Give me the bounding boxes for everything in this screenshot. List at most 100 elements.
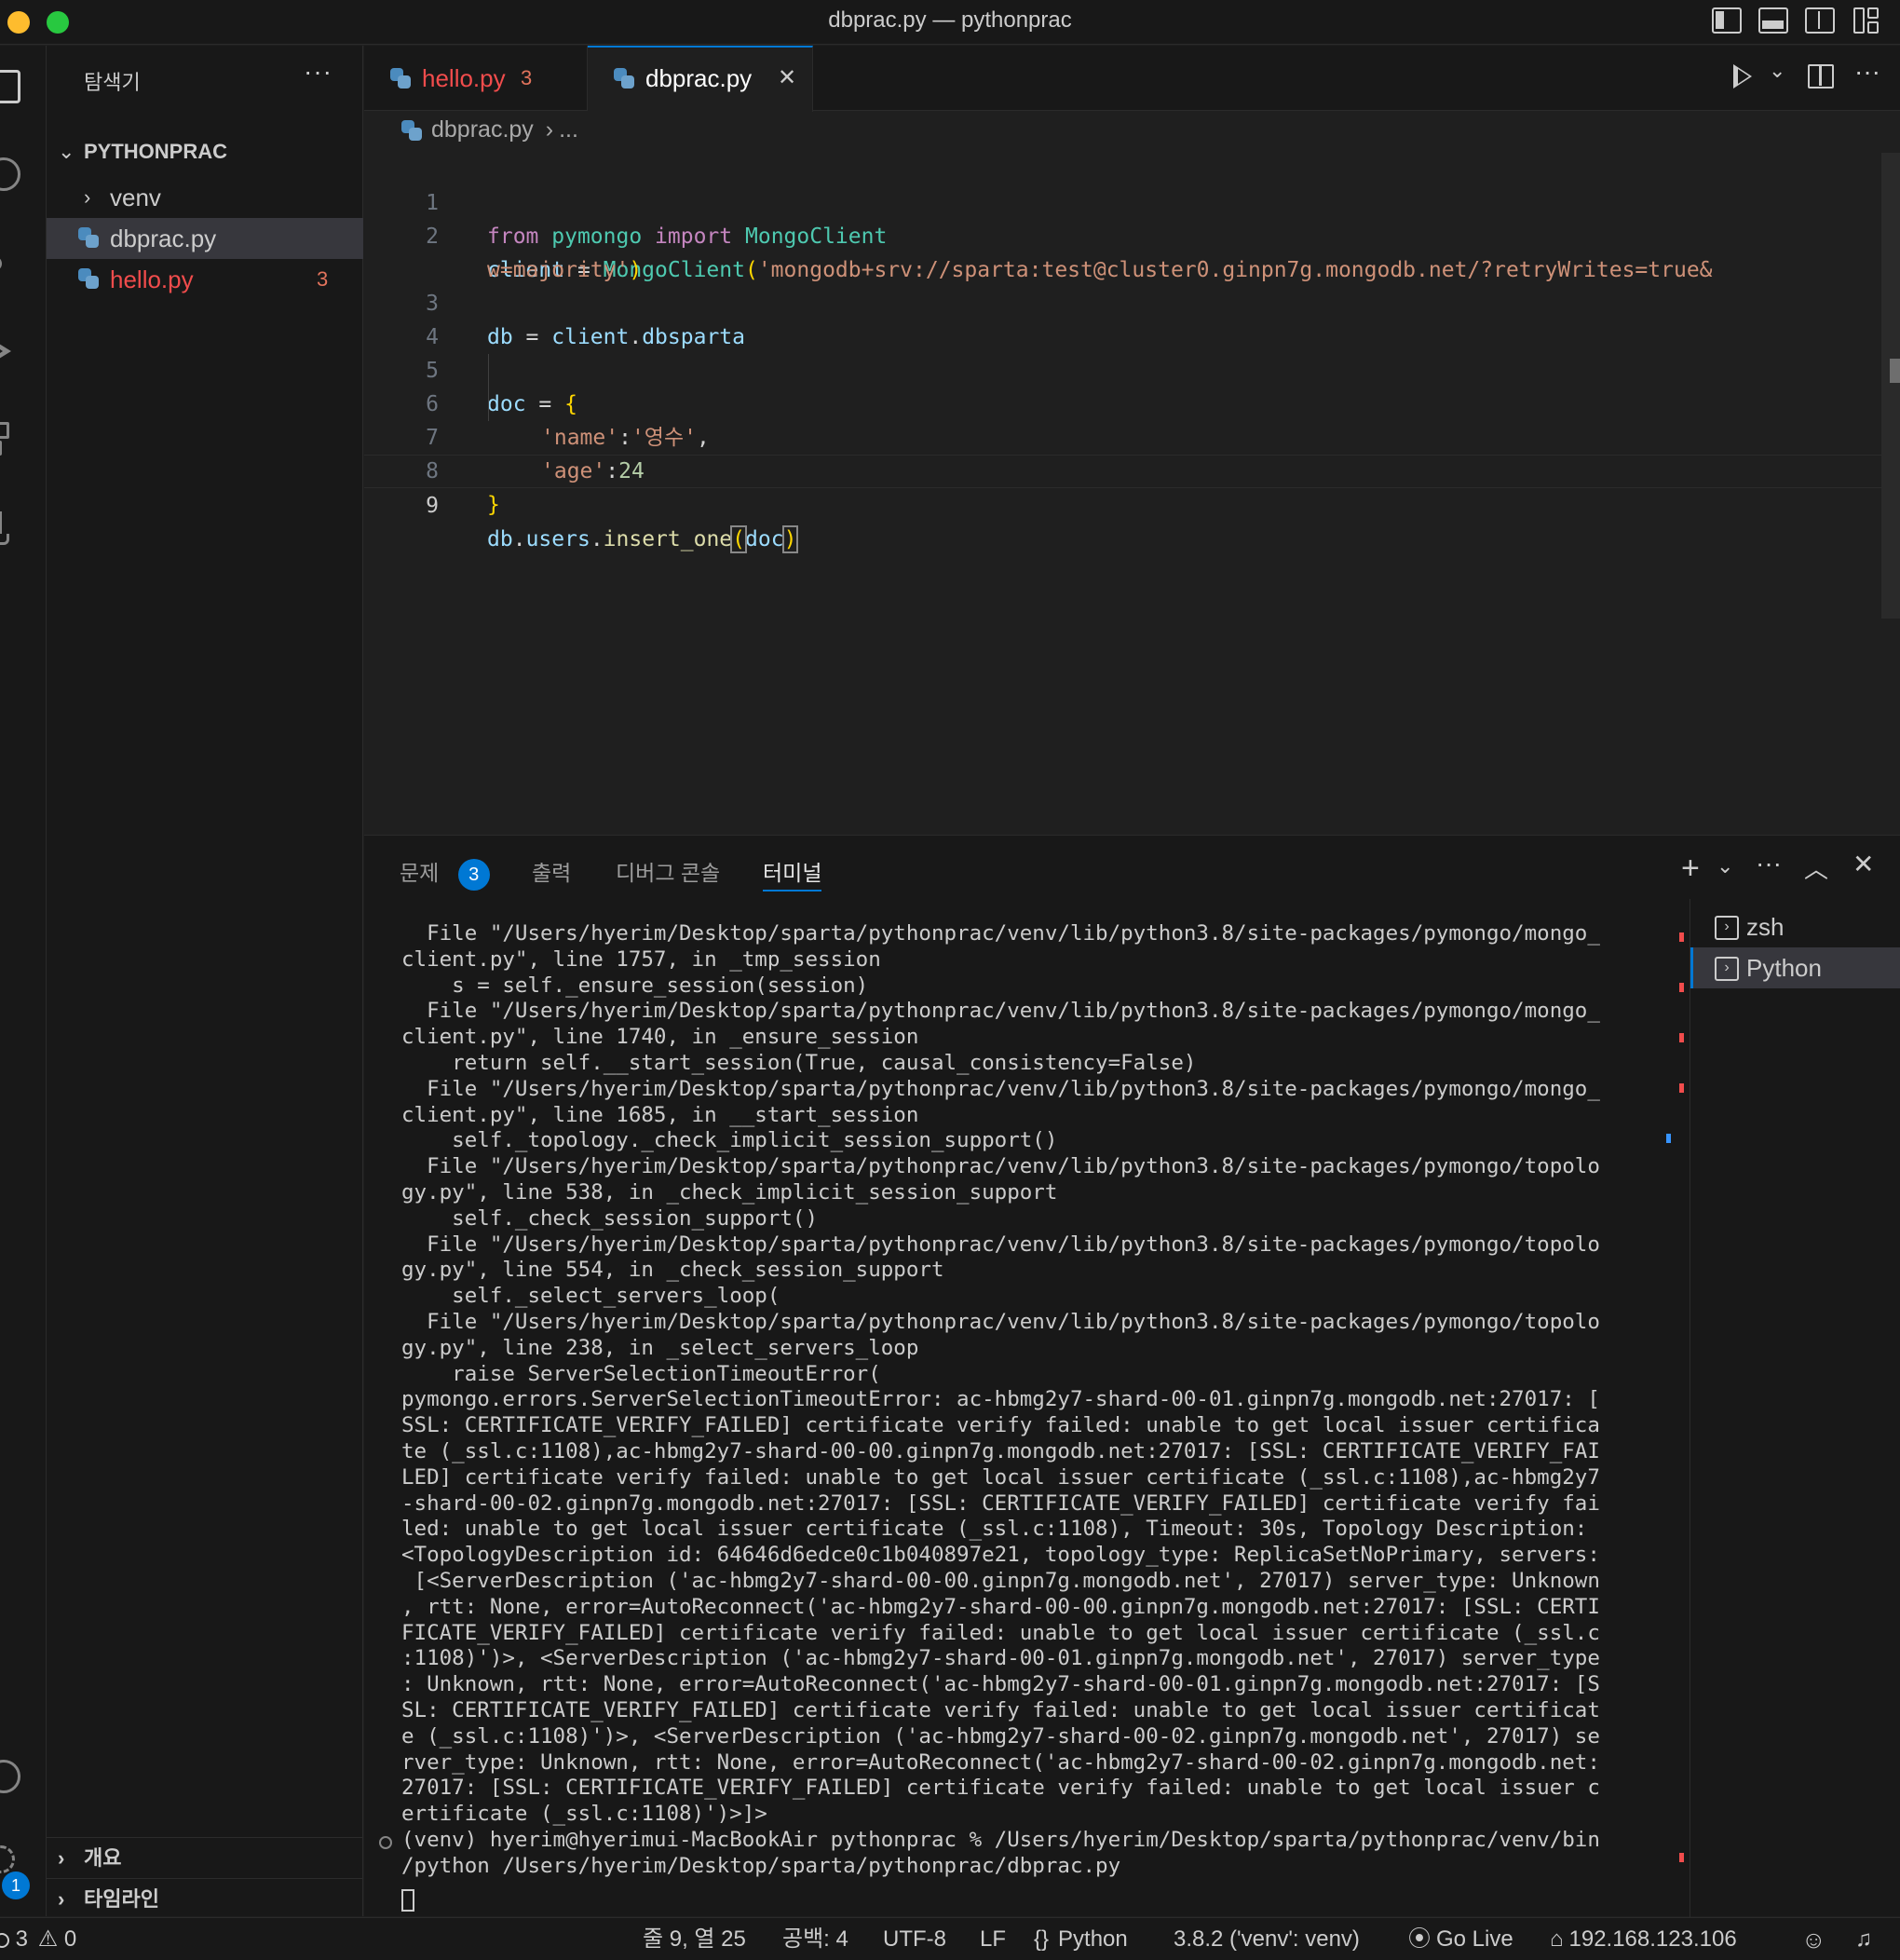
terminal-line: 27017: [SSL: CERTIFICATE_VERIFY_FAILED] … [401, 1776, 1600, 1801]
go-live-button[interactable]: ⦿ Go Live [1408, 1918, 1513, 1960]
tab-dbprac-py[interactable]: dbprac.py ✕ [588, 46, 813, 112]
code-line-current[interactable]: 9 db.users.insert_one(doc) [364, 455, 1900, 553]
terminal-line: LED] certificate verify failed: unable t… [401, 1464, 1600, 1490]
extensions-icon[interactable] [0, 422, 20, 456]
python-file-icon [390, 68, 411, 88]
toggle-primary-sidebar-icon[interactable] [1712, 7, 1742, 34]
terminal-line: raise ServerSelectionTimeoutError( [401, 1361, 881, 1386]
terminal-line: File "/Users/hyerim/Desktop/sparta/pytho… [401, 1232, 1600, 1257]
terminal-line: :1108)')>, <ServerDescription ('ac-hbmg2… [401, 1646, 1600, 1671]
tab-output[interactable]: 출력 [532, 854, 571, 892]
code-line[interactable]: 2 client = MongoClient('mongodb+srv://sp… [364, 186, 1900, 282]
tab-hello-py[interactable]: hello.py 3 [364, 46, 588, 111]
terminal-line: client.py", line 1685, in __start_sessio… [401, 1102, 919, 1127]
code-line[interactable]: 4 [364, 287, 1900, 349]
testing-flask-icon[interactable] [0, 511, 20, 545]
broadcast-icon: ⦿ [1408, 1926, 1431, 1952]
timeline-section[interactable]: › 타임라인 [47, 1878, 363, 1919]
braces-icon: {} [1034, 1926, 1050, 1952]
breadcrumb-symbol[interactable]: ... [559, 116, 578, 143]
terminal-icon: › [1715, 916, 1739, 940]
tree-item-venv[interactable]: › venv [47, 177, 363, 218]
customize-layout-icon[interactable] [1853, 7, 1880, 34]
info-marker [1666, 1134, 1671, 1143]
home-icon: ⌂ [1550, 1926, 1564, 1952]
terminal-line: client.py", line 1757, in _tmp_session [401, 946, 881, 972]
terminal-profile-chevron-icon[interactable]: ⌄ [1717, 854, 1733, 878]
panel-more-icon[interactable]: ··· [1756, 849, 1782, 878]
terminal-line: gy.py", line 538, in _check_implicit_ses… [401, 1179, 1058, 1205]
code-line[interactable]: 8 } [364, 421, 1900, 517]
terminal-output[interactable]: File "/Users/hyerim/Desktop/sparta/pytho… [401, 921, 1649, 1879]
code-line[interactable]: 1 from pymongo import MongoClient [364, 153, 1900, 249]
tree-item-hello[interactable]: hello.py 3 [47, 259, 363, 300]
window-title: dbprac.py — pythonprac [828, 7, 1072, 33]
run-debug-icon[interactable] [0, 334, 20, 368]
terminal-list: › zsh › Python [1690, 899, 1900, 1917]
terminal-line: rver_type: Unknown, rtt: None, error=Aut… [401, 1749, 1600, 1775]
run-dropdown-chevron-icon[interactable]: ⌄ [1769, 59, 1785, 83]
python-file-icon [78, 268, 99, 289]
terminal-icon: › [1715, 957, 1739, 981]
language-mode[interactable]: {} Python [1034, 1918, 1128, 1960]
terminal-line: pymongo.errors.ServerSelectionTimeoutErr… [401, 1387, 1600, 1412]
ip-address[interactable]: ⌂ 192.168.123.106 [1550, 1918, 1737, 1960]
tab-close-icon[interactable]: ✕ [778, 48, 796, 109]
folder-name: PYTHONPRAC [84, 140, 228, 163]
tab-bar: hello.py 3 dbprac.py ✕ ⌄ ··· [364, 46, 1900, 112]
ip-label: 192.168.123.106 [1568, 1926, 1737, 1952]
title-bar: dbprac.py — pythonprac [0, 0, 1900, 45]
terminal-cursor [401, 1889, 414, 1912]
breadcrumb[interactable]: dbprac.py ›... [401, 116, 578, 143]
problems-status[interactable]: 3 ⚠ 0 [0, 1918, 76, 1960]
code-line[interactable]: 3 db = client.dbsparta [364, 253, 1900, 349]
code-line[interactable]: 7 'age':24 [364, 388, 1900, 483]
toggle-panel-icon[interactable] [1758, 7, 1788, 34]
accounts-icon[interactable] [0, 1760, 20, 1793]
source-control-icon[interactable] [0, 247, 20, 280]
editor-scrollbar[interactable] [1881, 153, 1900, 619]
notifications-bell-icon[interactable]: ♫ [1855, 1918, 1872, 1960]
code-line[interactable]: 6 'name':'영수', [364, 354, 1900, 450]
encoding[interactable]: UTF-8 [883, 1918, 946, 1960]
accounts-badge: 1 [2, 1872, 30, 1899]
search-icon[interactable] [0, 157, 20, 191]
outline-section[interactable]: › 개요 [47, 1837, 363, 1878]
code-line[interactable]: 5 doc = { [364, 320, 1900, 416]
breadcrumb-file[interactable]: dbprac.py [431, 116, 534, 143]
error-marker [1679, 1083, 1684, 1093]
sidebar-more-icon[interactable]: ··· [304, 57, 332, 87]
tree-item-label: dbprac.py [110, 225, 217, 252]
maximize-panel-chevron-up-icon[interactable]: ︿ [1804, 851, 1828, 885]
split-editor-icon[interactable] [1808, 64, 1834, 88]
tree-item-label: venv [110, 184, 161, 211]
folder-header[interactable]: ⌄ PYTHONPRAC [47, 131, 363, 172]
command-decoration-icon[interactable] [379, 1836, 392, 1849]
toggle-secondary-sidebar-icon[interactable] [1805, 7, 1835, 34]
chevron-right-icon: › [58, 1846, 65, 1870]
error-marker [1679, 1853, 1684, 1862]
python-interpreter[interactable]: 3.8.2 ('venv': venv) [1174, 1918, 1360, 1960]
language-label: Python [1058, 1926, 1128, 1952]
indentation[interactable]: 공백: 4 [782, 1918, 848, 1960]
tree-item-dbprac[interactable]: dbprac.py [47, 218, 363, 259]
tab-debug-console[interactable]: 디버그 콘솔 [616, 854, 720, 892]
terminal-item-python[interactable]: › Python [1690, 947, 1900, 988]
editor-more-icon[interactable]: ··· [1854, 57, 1880, 87]
end-of-line[interactable]: LF [980, 1918, 1006, 1960]
error-marker [1679, 932, 1684, 942]
tab-problem-badge: 3 [521, 66, 533, 89]
problems-count-badge: 3 [457, 859, 490, 891]
code-line-wrapped[interactable]: w=majority') [364, 220, 1900, 282]
new-terminal-plus-icon[interactable]: + [1681, 851, 1700, 887]
tab-problems[interactable]: 문제 3 [400, 854, 490, 892]
close-panel-icon[interactable]: ✕ [1852, 849, 1874, 879]
cursor-position[interactable]: 줄 9, 열 25 [643, 1918, 746, 1960]
error-count: 3 [15, 1926, 29, 1952]
feedback-icon[interactable]: ☺ [1801, 1918, 1826, 1960]
terminal-line: File "/Users/hyerim/Desktop/sparta/pytho… [401, 1309, 1600, 1334]
terminal-item-zsh[interactable]: › zsh [1690, 906, 1900, 947]
explorer-icon[interactable] [0, 70, 20, 103]
outline-label: 개요 [84, 1846, 122, 1870]
tab-terminal[interactable]: 터미널 [763, 854, 822, 892]
